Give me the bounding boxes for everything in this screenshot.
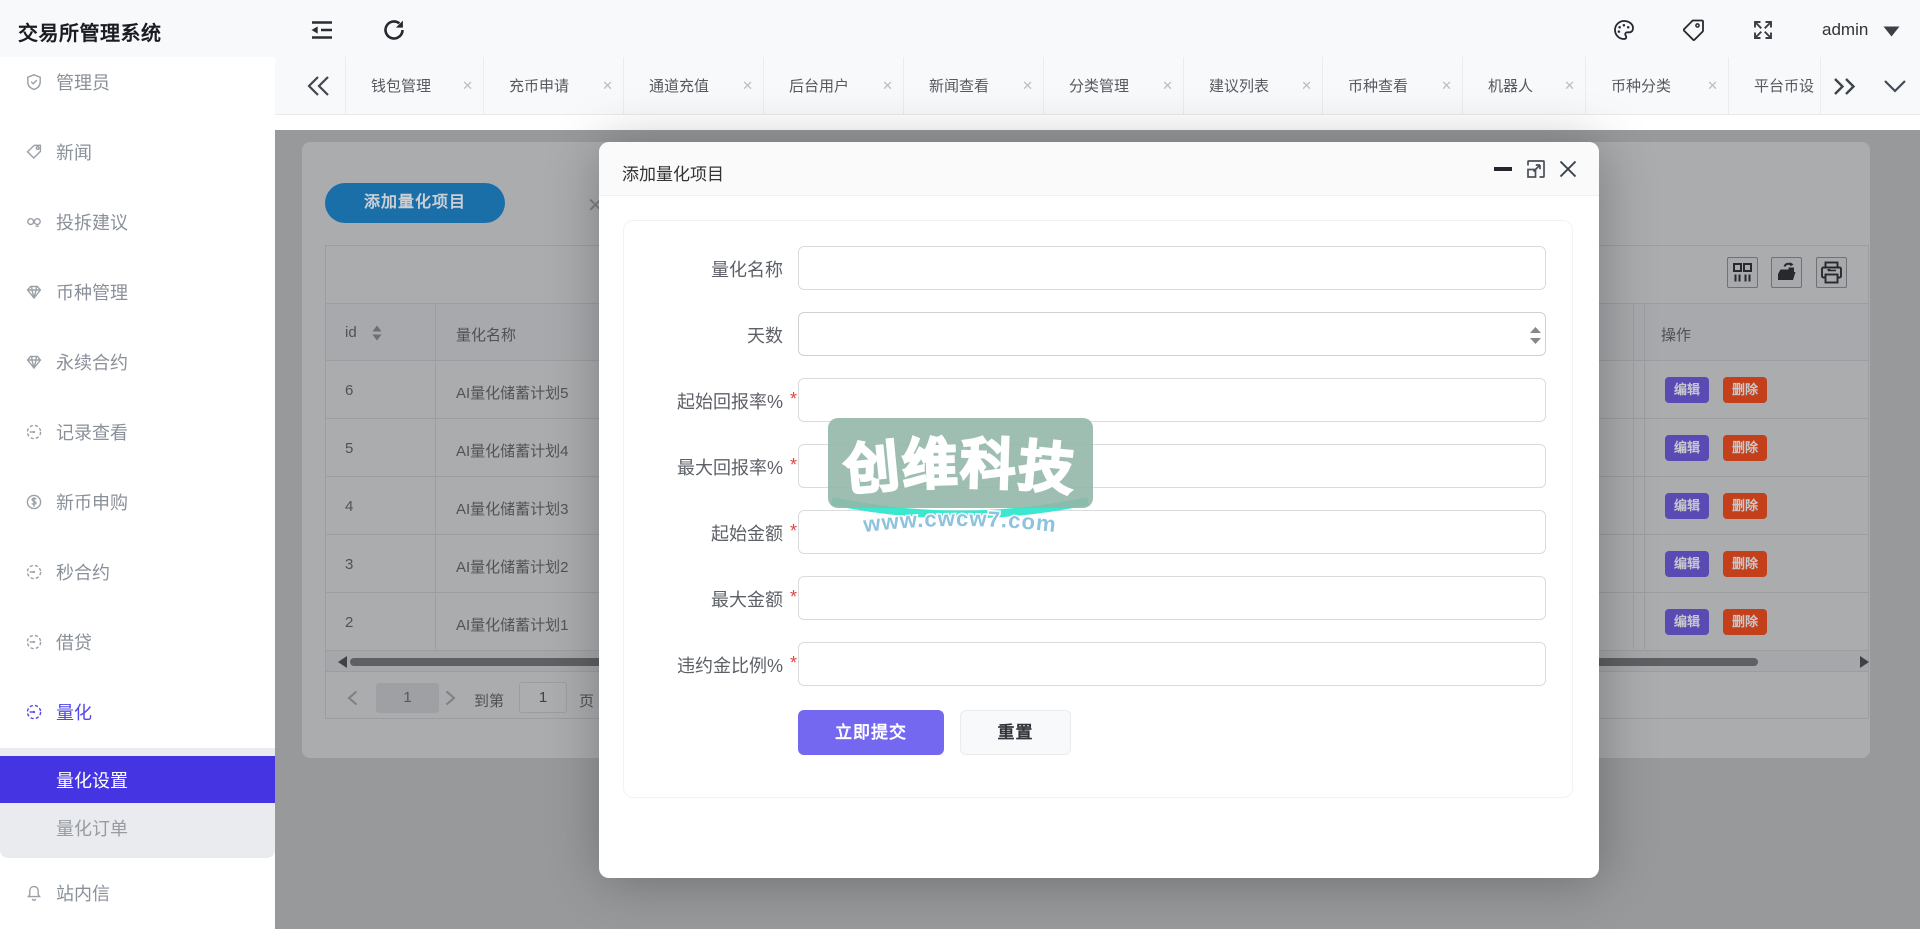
svg-text:www.cwcw7.com: www.cwcw7.com: [861, 506, 1058, 537]
